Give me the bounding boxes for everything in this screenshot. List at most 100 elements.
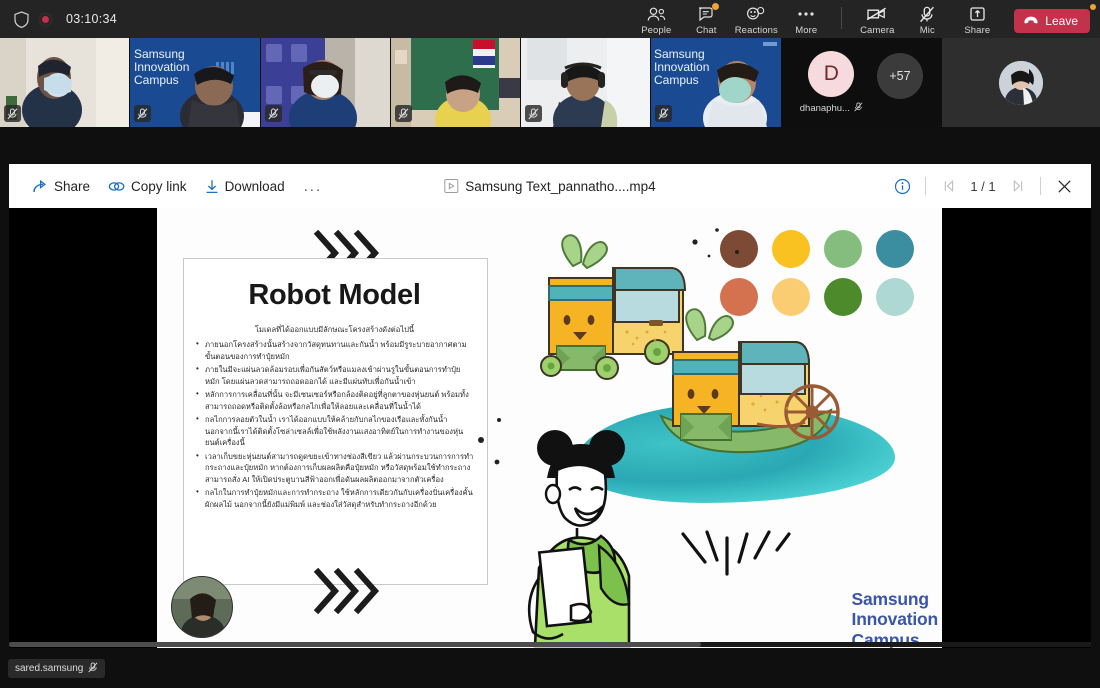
svg-text:Campus: Campus: [134, 73, 179, 87]
sharing-user-badge: sared.samsung: [8, 659, 105, 678]
mic-off-icon: [854, 102, 863, 115]
speck-decorations: [471, 414, 511, 479]
camera-off-icon: [866, 5, 888, 24]
mic-off-icon: [525, 105, 542, 122]
mic-off-icon: [655, 105, 672, 122]
svg-text:Innovation: Innovation: [134, 60, 189, 74]
share-screen-icon: [969, 5, 986, 24]
people-label: People: [641, 25, 671, 36]
file-name: Samsung Text_pannatho....mp4: [465, 179, 655, 194]
presenter-camera-thumbnail[interactable]: [171, 576, 233, 638]
avatar: [999, 61, 1043, 105]
participant-tile-2[interactable]: Samsung Innovation Campus: [130, 38, 259, 127]
download-button[interactable]: Download: [196, 173, 294, 200]
list-item: ภายในมีจะแผ่นลวดล้อมรอบเพื่อกันสัตว์หรือ…: [195, 364, 474, 387]
share-screen-button[interactable]: Share: [952, 3, 1002, 36]
phone-hangup-icon: [1023, 14, 1039, 28]
next-page-button[interactable]: [1002, 171, 1032, 201]
slide-illustration: Samsung Innovation Campus: [487, 208, 942, 648]
participant-tile-5[interactable]: [521, 38, 650, 127]
mic-label: Mic: [920, 25, 935, 36]
page-indicator: 1 / 1: [966, 179, 1000, 194]
people-button[interactable]: People: [631, 3, 681, 36]
copy-link-label: Copy link: [131, 179, 187, 194]
reactions-icon: [746, 5, 766, 24]
video-file-icon: [444, 179, 458, 193]
shield-icon: [14, 11, 29, 28]
file-actions: Share Copy link Download ...: [9, 173, 332, 200]
teams-meeting-window: 03:10:34 People Chat Reactions: [0, 0, 1100, 688]
viewer-nav: 1 / 1: [887, 171, 1091, 201]
toolbar-divider: [841, 7, 842, 29]
mic-toggle-button[interactable]: Mic: [902, 3, 952, 36]
link-icon: [108, 180, 125, 193]
divider: [1040, 177, 1041, 195]
reactions-label: Reactions: [735, 25, 778, 36]
svg-text:Samsung: Samsung: [654, 47, 705, 61]
camera-label: Camera: [860, 25, 894, 36]
avatar: D: [808, 51, 854, 97]
speck-decorations-top: [687, 222, 747, 267]
chat-label: Chat: [696, 25, 716, 36]
notification-dot-icon: [1090, 4, 1096, 10]
samsung-innovation-campus-logo: Samsung Innovation Campus: [852, 589, 938, 648]
close-icon[interactable]: [1049, 171, 1079, 201]
download-icon: [205, 179, 219, 194]
chat-button[interactable]: Chat: [681, 3, 731, 36]
mic-off-icon: [395, 105, 412, 122]
more-button[interactable]: More: [781, 3, 831, 36]
meeting-top-bar: 03:10:34 People Chat Reactions: [0, 0, 1100, 38]
file-more-button[interactable]: ...: [294, 174, 333, 199]
overflow-participants-button[interactable]: +57: [877, 53, 923, 99]
list-item: หลักการการเคลื่อนที่นั้น จะมีเซนเซอร์หรื…: [195, 389, 474, 412]
download-label: Download: [225, 179, 285, 194]
record-indicator-icon: [38, 12, 53, 27]
list-item: ภายนอกโครงสร้างนั้นสร้างจากวัสดุทนทานและ…: [195, 339, 474, 362]
info-icon[interactable]: [887, 171, 917, 201]
mic-off-icon: [88, 662, 98, 676]
divider: [925, 177, 926, 195]
file-name-group: Samsung Text_pannatho....mp4: [444, 179, 655, 194]
more-icon: [796, 5, 816, 24]
previous-page-button[interactable]: [934, 171, 964, 201]
list-item: กลไกการลอยตัวในน้ำ เราได้ออกแบบให้คล้ายก…: [195, 414, 474, 449]
share-arrow-icon: [32, 179, 48, 194]
people-icon: [647, 5, 666, 24]
participant-tile-3[interactable]: [261, 38, 390, 127]
mic-off-icon: [265, 105, 282, 122]
slide-text-card: Robot Model โมเดลที่ได้ออกแบบมีลักษณะโคร…: [183, 258, 488, 585]
slide-bullet-list: ภายนอกโครงสร้างนั้นสร้างจากวัสดุทนทานและ…: [195, 339, 474, 510]
presentation-slide[interactable]: Robot Model โมเดลที่ได้ออกแบบมีลักษณะโคร…: [157, 208, 942, 648]
shared-content-stage: Robot Model โมเดลที่ได้ออกแบบมีลักษณะโคร…: [9, 208, 1091, 648]
leave-label: Leave: [1045, 14, 1078, 28]
avatar-group: D dhanaphu... +57: [782, 38, 941, 127]
avatar-name: dhanaphu...: [800, 103, 850, 114]
file-viewer-toolbar: Share Copy link Download ... Samsung Tex…: [9, 164, 1091, 208]
participant-filmstrip: Samsung Innovation Campus: [0, 38, 1100, 128]
rays-icon: [665, 528, 805, 595]
meeting-timer: 03:10:34: [66, 12, 117, 26]
camera-toggle-button[interactable]: Camera: [852, 3, 902, 36]
mic-off-icon: [134, 105, 151, 122]
horizontal-scrollbar[interactable]: [9, 642, 1091, 647]
participant-tile-1[interactable]: [0, 38, 129, 127]
meeting-status-group: 03:10:34: [0, 11, 117, 28]
list-item: กลไกในการทำปุ๋ยหมักและการทำกระถาง ใช้หลั…: [195, 487, 474, 510]
participant-tile-6[interactable]: Samsung Innovation Campus: [651, 38, 780, 127]
copy-link-button[interactable]: Copy link: [99, 173, 196, 200]
reactions-button[interactable]: Reactions: [731, 3, 781, 36]
participant-tile-4[interactable]: [391, 38, 520, 127]
avatar-name-row: dhanaphu...: [800, 102, 863, 115]
logo-line-1: Samsung: [852, 589, 938, 609]
svg-text:Samsung: Samsung: [134, 47, 185, 61]
page-title: Robot Model: [195, 279, 474, 312]
share-file-button[interactable]: Share: [23, 173, 99, 200]
list-item: เวลาเก็บขยะหุ่นยนต์สามารถดูดขยะเข้าทางช่…: [195, 451, 474, 486]
meeting-bottom-bar: sared.samsung: [0, 648, 1100, 688]
logo-line-2: Innovation: [852, 609, 938, 629]
self-video-tile[interactable]: [942, 38, 1100, 127]
leave-button[interactable]: Leave: [1014, 9, 1090, 33]
svg-text:Innovation: Innovation: [654, 60, 709, 74]
participant-avatar[interactable]: D dhanaphu...: [800, 51, 863, 115]
mic-off-icon: [4, 105, 21, 122]
